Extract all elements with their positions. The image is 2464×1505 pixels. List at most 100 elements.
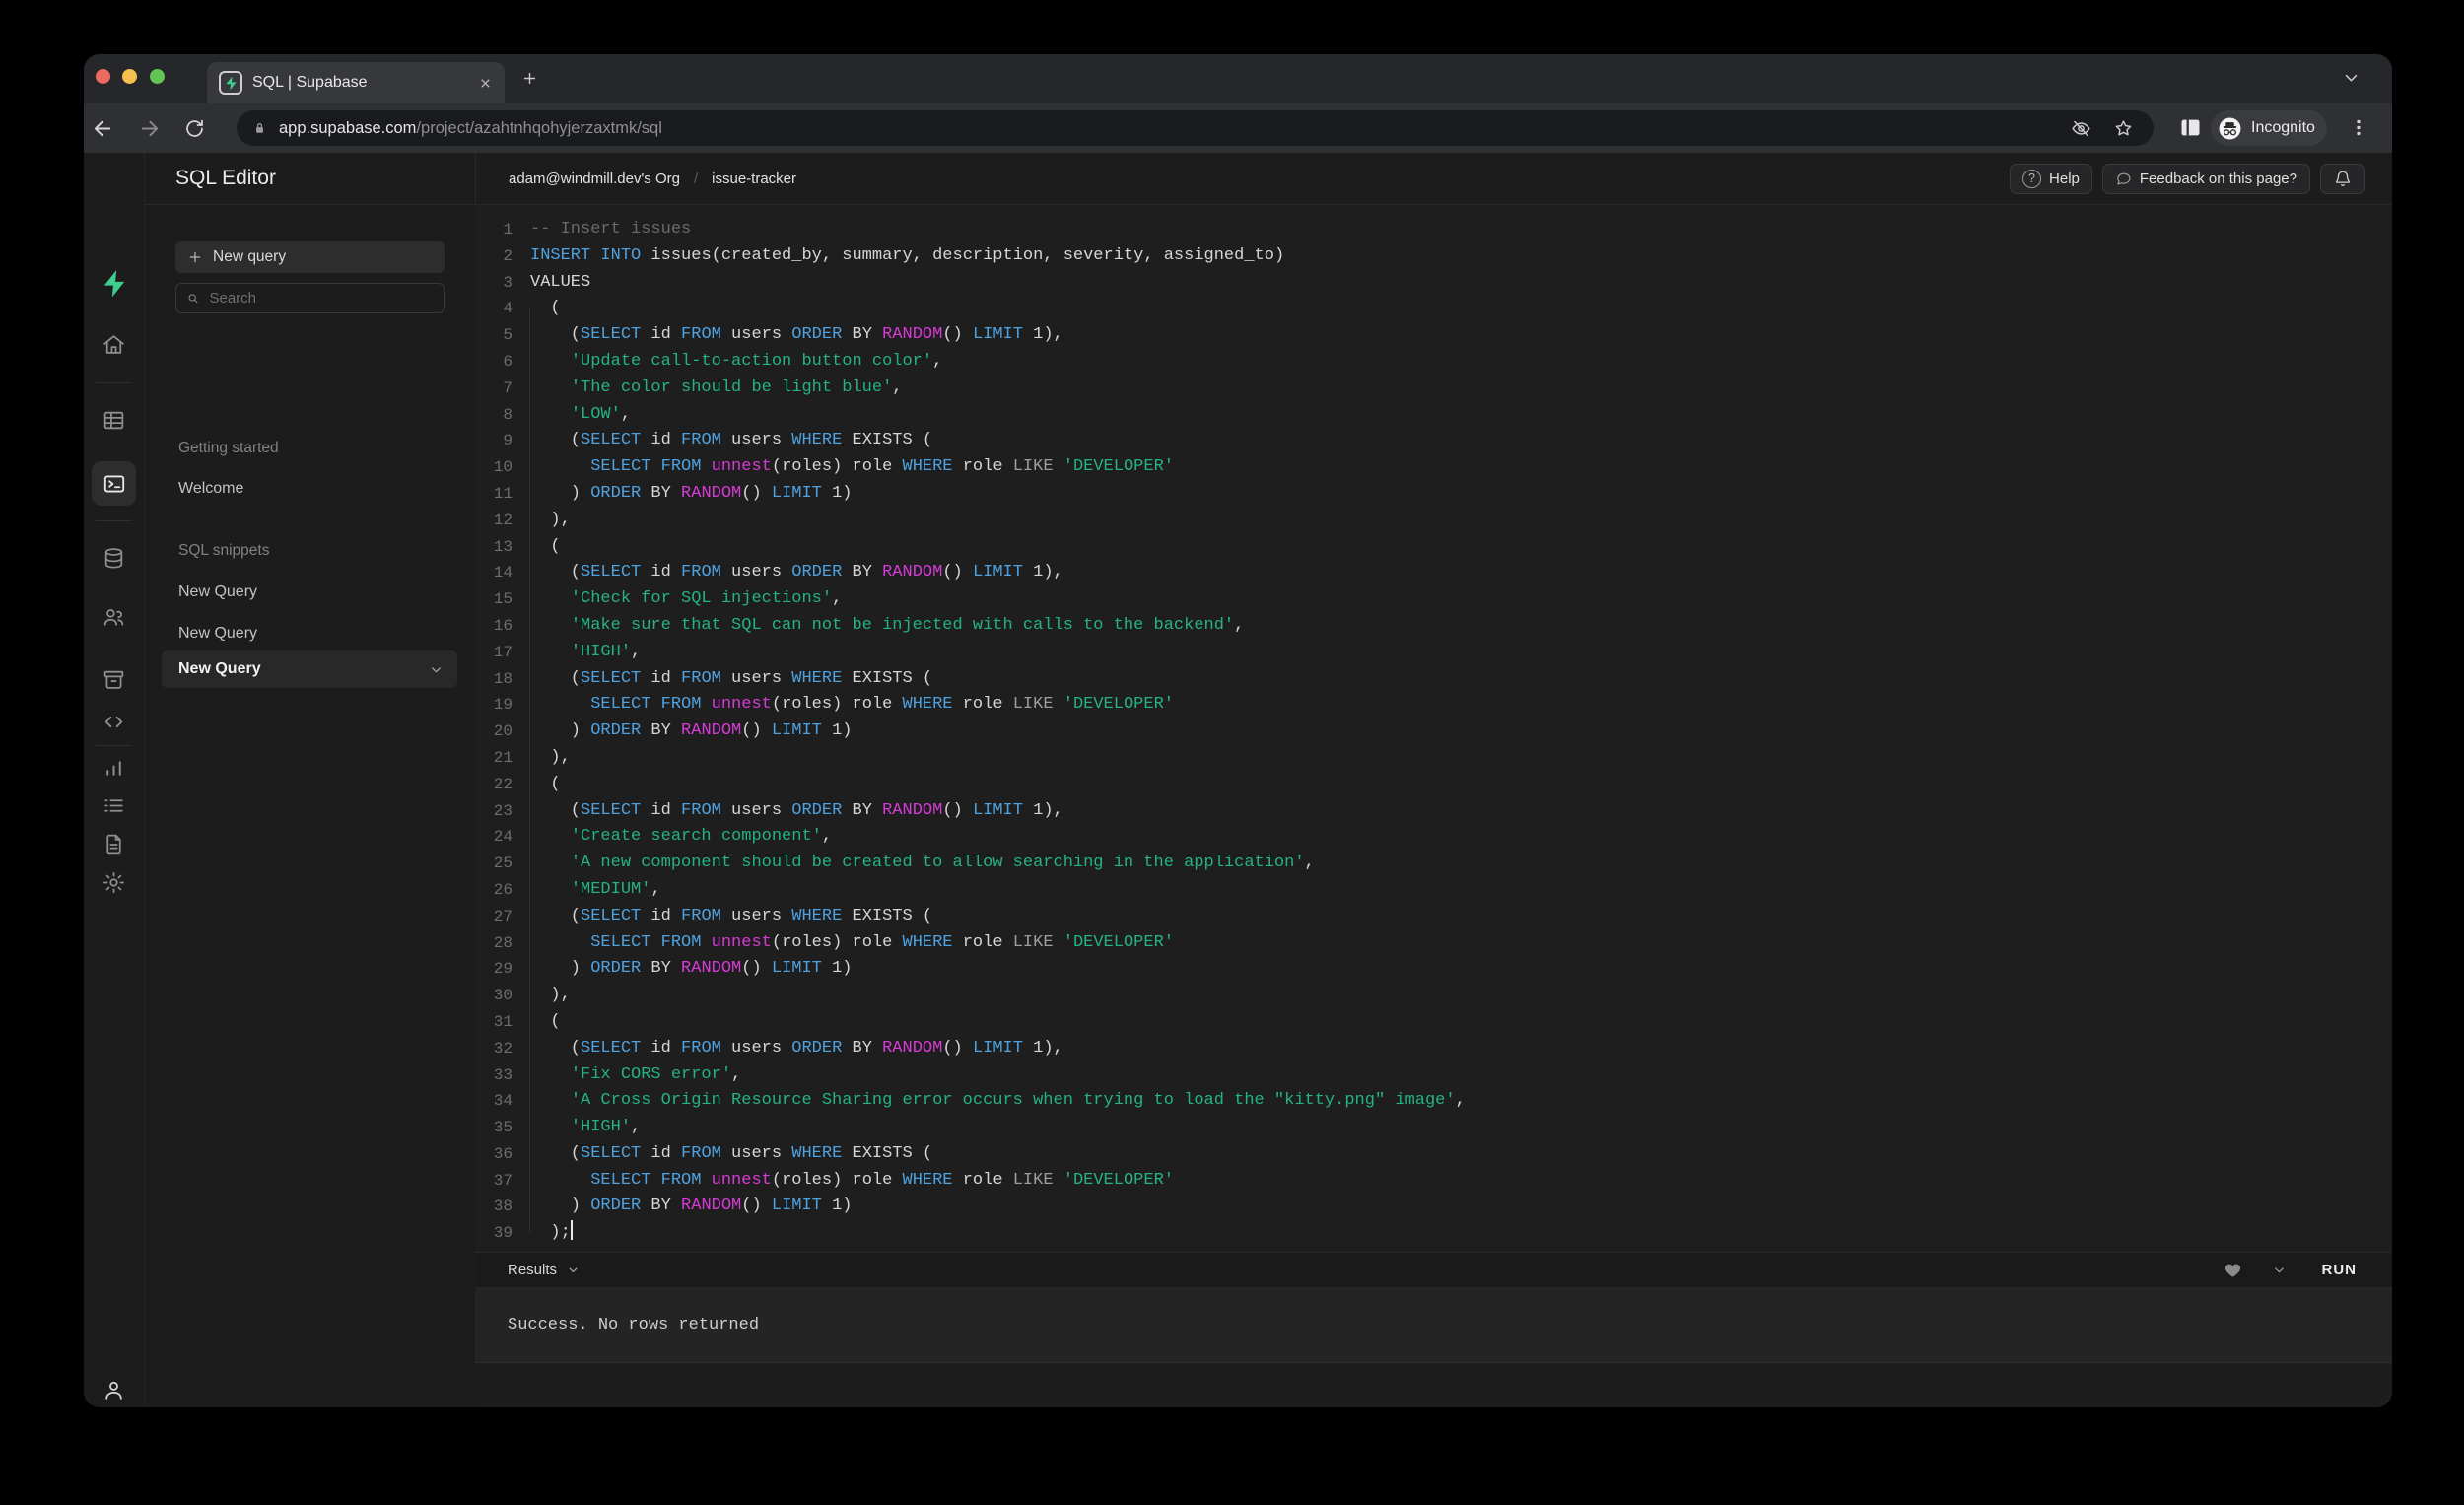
code-line[interactable]: 21 ), bbox=[475, 745, 2392, 772]
search-box[interactable] bbox=[175, 283, 445, 313]
eye-off-icon[interactable] bbox=[2071, 118, 2091, 139]
side-panel-icon[interactable] bbox=[2177, 114, 2204, 141]
code-line[interactable]: 2 INSERT INTO issues(created_by, summary,… bbox=[475, 243, 2392, 270]
sidebar-item-storage[interactable] bbox=[84, 667, 144, 692]
code-line[interactable]: 35 'HIGH', bbox=[475, 1115, 2392, 1141]
tab-close-icon[interactable] bbox=[478, 76, 493, 91]
help-button[interactable]: ? Help bbox=[2010, 163, 2092, 194]
code-line[interactable]: 19 SELECT FROM unnest(roles) role WHERE … bbox=[475, 692, 2392, 718]
results-chevron-icon[interactable] bbox=[567, 1264, 580, 1276]
snippet-item-new-query-active[interactable]: New Query bbox=[162, 650, 457, 688]
sidebar-item-edge-functions[interactable] bbox=[84, 710, 144, 734]
code-line[interactable]: 13 ( bbox=[475, 534, 2392, 561]
window-close-button[interactable] bbox=[96, 68, 110, 84]
code-line[interactable]: 37 SELECT FROM unnest(roles) role WHERE … bbox=[475, 1168, 2392, 1195]
line-number: 2 bbox=[503, 246, 513, 265]
browser-tab[interactable]: SQL | Supabase bbox=[207, 62, 505, 103]
new-tab-button[interactable] bbox=[520, 69, 539, 88]
code-line[interactable]: 16 'Make sure that SQL can not be inject… bbox=[475, 613, 2392, 640]
code-line[interactable]: 6 'Update call-to-action button color', bbox=[475, 349, 2392, 376]
favorite-heart-icon[interactable] bbox=[2224, 1262, 2242, 1279]
breadcrumb-org[interactable]: adam@windmill.dev's Org bbox=[509, 171, 680, 187]
code-line[interactable]: 8 'LOW', bbox=[475, 402, 2392, 429]
bookmark-star-icon[interactable] bbox=[2113, 118, 2134, 139]
breadcrumb-project[interactable]: issue-tracker bbox=[712, 171, 796, 187]
code-line[interactable]: 3 VALUES bbox=[475, 270, 2392, 297]
code-line[interactable]: 34 'A Cross Origin Resource Sharing erro… bbox=[475, 1088, 2392, 1115]
run-options-chevron-icon[interactable] bbox=[2272, 1263, 2287, 1277]
sidebar-item-reports[interactable] bbox=[84, 755, 144, 780]
new-query-button[interactable]: New query bbox=[175, 241, 445, 273]
code-line[interactable]: 1 -- Insert issues bbox=[475, 217, 2392, 243]
line-number: 8 bbox=[503, 405, 513, 424]
code-line[interactable]: 30 ), bbox=[475, 983, 2392, 1009]
forward-button[interactable] bbox=[138, 117, 161, 140]
line-number: 14 bbox=[493, 564, 513, 582]
address-bar[interactable]: app.supabase.com/project/azahtnhqohyjerz… bbox=[237, 110, 2154, 146]
code-line[interactable]: 17 'HIGH', bbox=[475, 640, 2392, 666]
line-number: 6 bbox=[503, 352, 513, 371]
tab-search-chevron-icon[interactable] bbox=[2343, 72, 2360, 85]
sidebar-item-api-docs[interactable] bbox=[84, 832, 144, 856]
sidebar-item-database[interactable] bbox=[84, 546, 144, 571]
search-input[interactable] bbox=[207, 289, 434, 308]
run-button[interactable]: RUN bbox=[2316, 1261, 2363, 1279]
chevron-down-icon[interactable] bbox=[429, 662, 444, 677]
sidebar-item-settings[interactable] bbox=[84, 870, 144, 895]
line-number: 12 bbox=[493, 511, 513, 529]
window-minimize-button[interactable] bbox=[122, 68, 137, 84]
reload-button[interactable] bbox=[184, 117, 205, 140]
code-line[interactable]: 14 (SELECT id FROM users ORDER BY RANDOM… bbox=[475, 560, 2392, 586]
sidebar-item-table-editor[interactable] bbox=[84, 408, 144, 433]
code-line[interactable]: 28 SELECT FROM unnest(roles) role WHERE … bbox=[475, 930, 2392, 957]
line-number: 17 bbox=[493, 643, 513, 661]
sidebar-item-sql-editor[interactable] bbox=[92, 461, 136, 506]
sidebar-item-home[interactable] bbox=[84, 332, 144, 357]
snippet-item-new-query-1[interactable]: New Query bbox=[178, 583, 257, 601]
code-line[interactable]: 36 (SELECT id FROM users WHERE EXISTS ( bbox=[475, 1141, 2392, 1168]
line-number: 3 bbox=[503, 273, 513, 292]
code-line[interactable]: 23 (SELECT id FROM users ORDER BY RANDOM… bbox=[475, 798, 2392, 825]
window-zoom-button[interactable] bbox=[150, 68, 165, 84]
snippet-item-welcome[interactable]: Welcome bbox=[178, 480, 243, 498]
code-line[interactable]: 33 'Fix CORS error', bbox=[475, 1062, 2392, 1089]
code-line[interactable]: 38 ) ORDER BY RANDOM() LIMIT 1) bbox=[475, 1194, 2392, 1220]
code-line[interactable]: 27 (SELECT id FROM users WHERE EXISTS ( bbox=[475, 904, 2392, 930]
supabase-app: SQL Editor New query Getting started Wel… bbox=[84, 153, 2392, 1407]
code-line[interactable]: 15 'Check for SQL injections', bbox=[475, 586, 2392, 613]
code-line[interactable]: 18 (SELECT id FROM users WHERE EXISTS ( bbox=[475, 666, 2392, 693]
code-line[interactable]: 5 (SELECT id FROM users ORDER BY RANDOM(… bbox=[475, 322, 2392, 349]
plus-icon bbox=[189, 251, 201, 263]
code-line[interactable]: 7 'The color should be light blue', bbox=[475, 376, 2392, 402]
help-icon: ? bbox=[2022, 169, 2042, 188]
code-line[interactable]: 10 SELECT FROM unnest(roles) role WHERE … bbox=[475, 454, 2392, 481]
code-line[interactable]: 4 ( bbox=[475, 296, 2392, 322]
sql-editor[interactable]: 1 -- Insert issues 2 INSERT INTO issues(cre… bbox=[475, 205, 2392, 1252]
notifications-button[interactable] bbox=[2320, 163, 2365, 194]
snippet-item-new-query-2[interactable]: New Query bbox=[178, 625, 257, 643]
code-line[interactable]: 29 ) ORDER BY RANDOM() LIMIT 1) bbox=[475, 956, 2392, 983]
code-line[interactable]: 20 ) ORDER BY RANDOM() LIMIT 1) bbox=[475, 718, 2392, 745]
sidebar-item-auth[interactable] bbox=[84, 605, 144, 630]
code-line[interactable]: 39 ); bbox=[475, 1220, 2392, 1247]
code-line[interactable]: 11 ) ORDER BY RANDOM() LIMIT 1) bbox=[475, 481, 2392, 508]
code-line[interactable]: 22 ( bbox=[475, 772, 2392, 798]
feedback-button[interactable]: Feedback on this page? bbox=[2101, 163, 2310, 194]
code-line[interactable]: 25 'A new component should be created to… bbox=[475, 851, 2392, 877]
line-number: 37 bbox=[493, 1171, 513, 1190]
results-footer bbox=[475, 1362, 2392, 1407]
sidebar-item-logs[interactable] bbox=[84, 793, 144, 818]
back-button[interactable] bbox=[92, 117, 114, 140]
code-line[interactable]: 9 (SELECT id FROM users WHERE EXISTS ( bbox=[475, 428, 2392, 454]
code-line[interactable]: 12 ), bbox=[475, 508, 2392, 534]
code-line[interactable]: 32 (SELECT id FROM users ORDER BY RANDOM… bbox=[475, 1036, 2392, 1062]
account-icon[interactable] bbox=[84, 1378, 144, 1402]
supabase-logo-icon[interactable] bbox=[84, 269, 144, 299]
code-line[interactable]: 31 ( bbox=[475, 1009, 2392, 1036]
results-label[interactable]: Results bbox=[508, 1262, 557, 1278]
line-number: 35 bbox=[493, 1119, 513, 1137]
browser-menu-icon[interactable] bbox=[2347, 114, 2370, 141]
line-number: 33 bbox=[493, 1065, 513, 1084]
code-line[interactable]: 24 'Create search component', bbox=[475, 824, 2392, 851]
code-line[interactable]: 26 'MEDIUM', bbox=[475, 877, 2392, 904]
